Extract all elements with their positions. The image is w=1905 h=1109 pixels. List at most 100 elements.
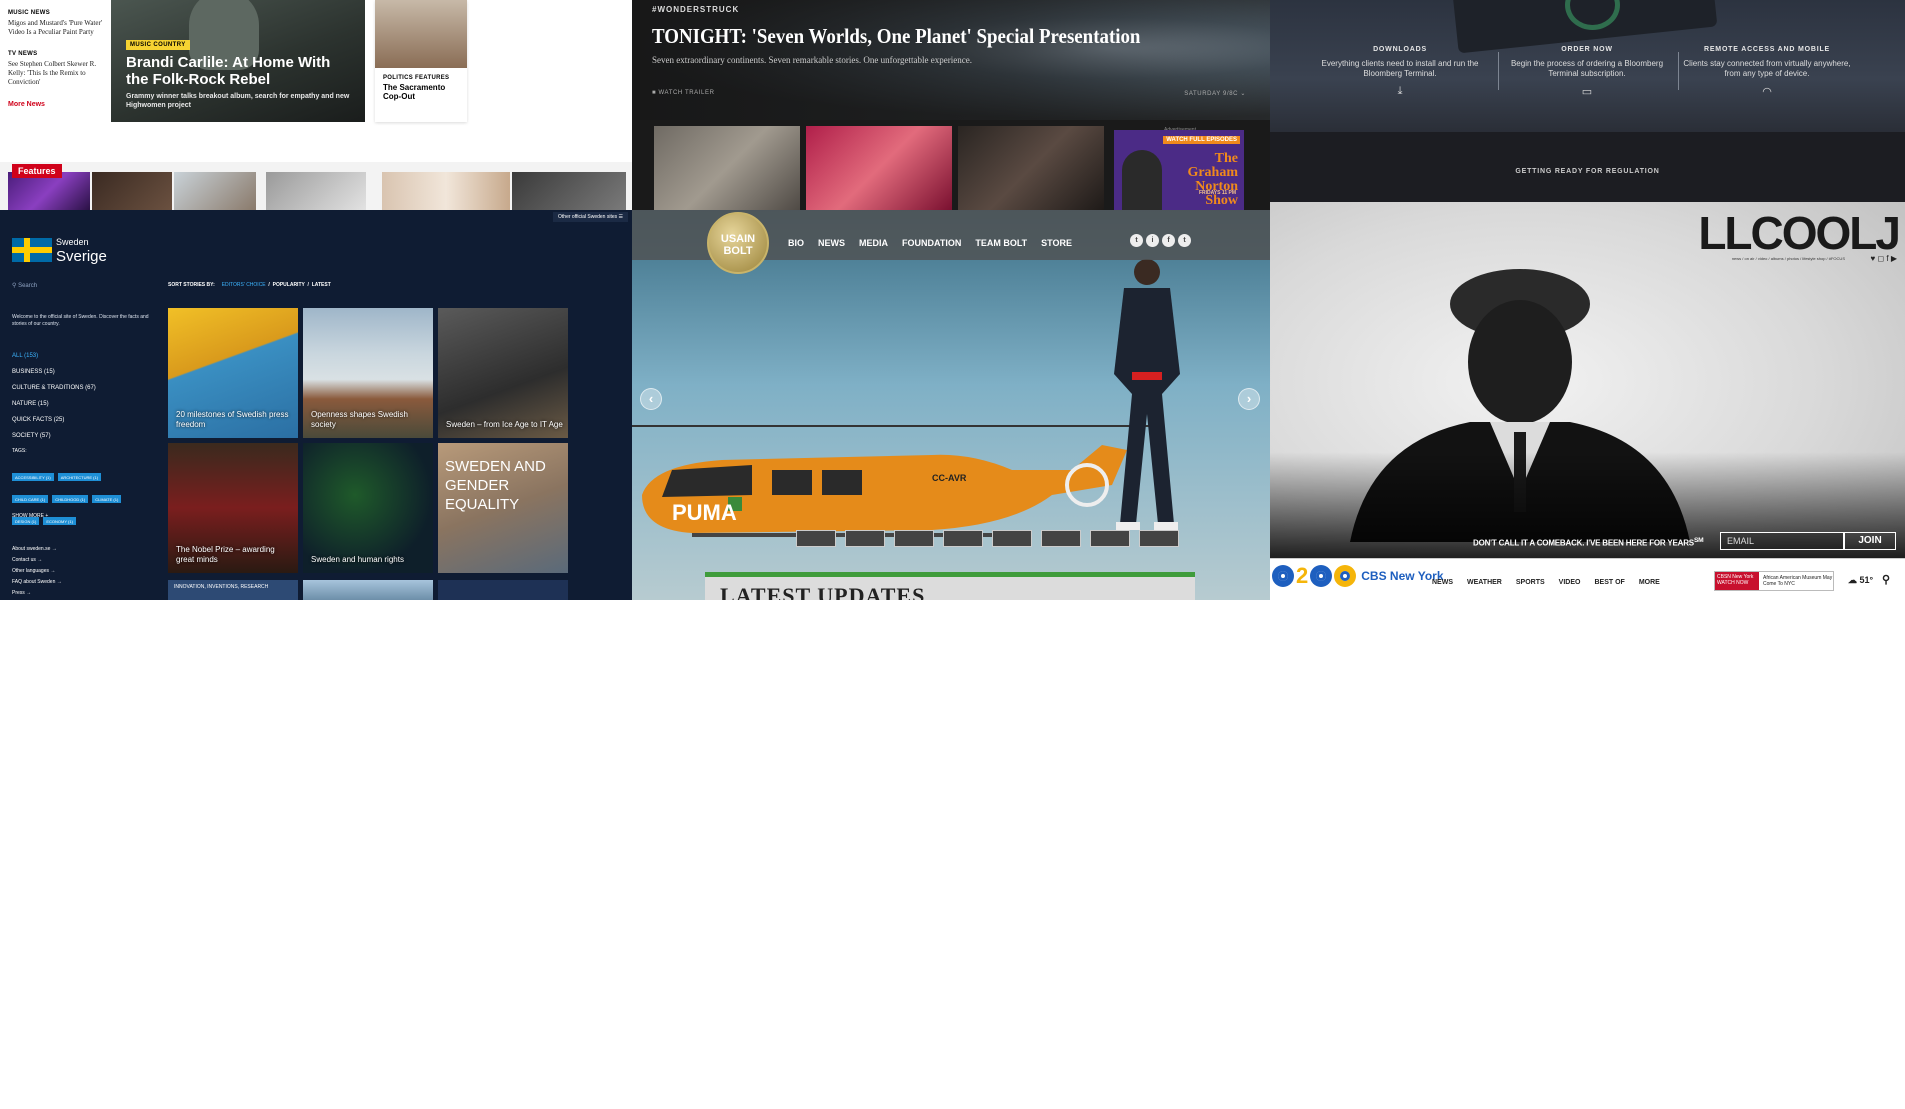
menu-foundation[interactable]: FOUNDATION <box>902 238 961 248</box>
feature-thumb[interactable] <box>266 172 366 210</box>
show-thumb[interactable] <box>806 126 952 210</box>
order-now-column[interactable]: ORDER NOW Begin the process of ordering … <box>1502 46 1672 98</box>
footer-link[interactable]: Press → <box>12 588 62 599</box>
story-card[interactable]: Sweden and human rights <box>303 443 433 573</box>
brand-name[interactable]: Sweden <box>56 237 89 247</box>
nav-more[interactable]: MORE <box>1639 579 1660 586</box>
story-card[interactable] <box>303 580 433 600</box>
sort-editors-choice[interactable]: EDITORS' CHOICE <box>222 282 266 288</box>
hero-title[interactable]: Brandi Carlile: At Home With the Folk-Ro… <box>126 54 351 88</box>
sort-popularity[interactable]: POPULARITY <box>273 282 305 288</box>
usain-bolt-logo[interactable]: USAIN BOLT <box>707 212 769 274</box>
search-field[interactable]: ⚲ Search <box>12 282 37 289</box>
footer-link[interactable]: Contact us → <box>12 555 62 566</box>
slide-thumb[interactable] <box>1041 530 1081 547</box>
story-card[interactable]: 20 milestones of Swedish press freedom <box>168 308 298 438</box>
more-news-link[interactable]: More News <box>8 101 103 108</box>
slide-thumb[interactable] <box>894 530 934 547</box>
slide-thumb[interactable] <box>845 530 885 547</box>
brand-name-native[interactable]: Sverige <box>56 248 107 265</box>
next-slide-button[interactable]: › <box>1238 388 1260 410</box>
tag-chip[interactable]: CHILDHOOD (1) <box>52 495 89 503</box>
remote-access-column[interactable]: REMOTE ACCESS AND MOBILE Clients stay co… <box>1682 46 1852 98</box>
menu-team-bolt[interactable]: TEAM BOLT <box>975 238 1027 248</box>
youtube-icon[interactable]: ▶ <box>1891 254 1897 263</box>
slide-thumb[interactable] <box>992 530 1032 547</box>
category-quick-facts[interactable]: QUICK FACTS (25) <box>12 412 96 428</box>
instagram-icon[interactable]: i <box>1146 234 1159 247</box>
menu-store[interactable]: STORE <box>1041 238 1072 248</box>
footer-link[interactable]: FAQ about Sweden → <box>12 577 62 588</box>
twitter-icon[interactable]: ♥ <box>1871 254 1876 263</box>
show-thumb[interactable] <box>654 126 800 210</box>
menu-news[interactable]: NEWS <box>818 238 845 248</box>
story-card[interactable]: Openness shapes Swedish society <box>303 308 433 438</box>
story-card[interactable]: SWEDEN AND GENDER EQUALITY <box>438 443 568 573</box>
menu-bio[interactable]: BIO <box>788 238 804 248</box>
politics-card[interactable]: POLITICS FEATURES The Sacramento Cop-Out <box>375 0 467 122</box>
category-society[interactable]: SOCIETY (57) <box>12 428 96 444</box>
swedish-flag-icon[interactable] <box>12 238 52 262</box>
slide-thumb[interactable] <box>1090 530 1130 547</box>
twitter-icon[interactable]: t <box>1178 234 1191 247</box>
graham-norton-ad[interactable]: WATCH FULL EPISODES The Graham Norton Sh… <box>1114 130 1244 210</box>
features-label[interactable]: Features <box>12 164 62 178</box>
instagram-icon[interactable]: ◻ <box>1878 254 1885 263</box>
story-card[interactable]: The Nobel Prize – awarding great minds <box>168 443 298 573</box>
slide-thumb[interactable] <box>796 530 836 547</box>
hero-title[interactable]: TONIGHT: 'Seven Worlds, One Planet' Spec… <box>652 24 1192 49</box>
nav-news[interactable]: NEWS <box>1432 579 1453 586</box>
temperature[interactable]: ☁ 51° <box>1848 575 1873 586</box>
wifi-icon[interactable]: ◠ <box>1682 85 1852 98</box>
other-sites-link[interactable]: Other official Sweden sites ☰ <box>553 212 628 222</box>
feature-thumb[interactable] <box>92 172 172 210</box>
hero-story[interactable]: MUSIC COUNTRY Brandi Carlile: At Home Wi… <box>111 0 365 122</box>
column-heading: ORDER NOW <box>1561 46 1613 53</box>
downloads-column[interactable]: DOWNLOADS Everything clients need to ins… <box>1315 46 1485 98</box>
facebook-icon[interactable]: f <box>1886 254 1888 263</box>
feature-thumb[interactable] <box>382 172 510 210</box>
nav-best-of[interactable]: BEST OF <box>1594 579 1624 586</box>
tv-news-link[interactable]: See Stephen Colbert Skewer R. Kelly: 'Th… <box>8 60 103 87</box>
story-card[interactable]: Sweden – from Ice Age to IT Age <box>438 308 568 438</box>
slide-thumb[interactable] <box>1139 530 1179 547</box>
watch-trailer-link[interactable]: ■ WATCH TRAILER <box>652 90 715 96</box>
regulation-heading[interactable]: GETTING READY FOR REGULATION <box>1270 168 1905 175</box>
tag-chip[interactable]: CLIMATE (1) <box>92 495 122 503</box>
tag-chip[interactable]: ACCESSIBILITY (1) <box>12 473 54 481</box>
feature-thumb[interactable] <box>174 172 256 210</box>
politics-card-title[interactable]: The Sacramento Cop-Out <box>383 83 459 101</box>
twitter-icon[interactable]: t <box>1130 234 1143 247</box>
story-card[interactable] <box>438 580 568 600</box>
join-button[interactable]: JOIN <box>1844 532 1896 550</box>
tag-chip[interactable]: CHILD CARE (1) <box>12 495 49 503</box>
menu-media[interactable]: MEDIA <box>859 238 888 248</box>
search-icon[interactable]: ⚲ <box>1882 573 1890 586</box>
llcoolj-logo[interactable]: LLCOOLJ <box>1698 206 1901 260</box>
cbsn-promo[interactable]: CBSN New York WATCH NOW African American… <box>1714 571 1834 591</box>
category-all[interactable]: ALL (153) <box>12 348 96 364</box>
show-more-button[interactable]: SHOW MORE + <box>12 513 48 519</box>
slide-thumb[interactable] <box>943 530 983 547</box>
music-news-link[interactable]: Migos and Mustard's 'Pure Water' Video I… <box>8 19 103 37</box>
download-icon[interactable]: ⤓ <box>1315 85 1485 98</box>
nav-sports[interactable]: SPORTS <box>1516 579 1545 586</box>
cbs-logo[interactable]: 2 CBS New York <box>1272 563 1444 589</box>
prev-slide-button[interactable]: ‹ <box>640 388 662 410</box>
feature-thumb[interactable] <box>512 172 626 210</box>
category-nature[interactable]: NATURE (15) <box>12 396 96 412</box>
sort-latest[interactable]: LATEST <box>312 282 331 288</box>
footer-link[interactable]: Other languages → <box>12 566 62 577</box>
nav-video[interactable]: VIDEO <box>1559 579 1581 586</box>
story-card-label[interactable]: INNOVATION, INVENTIONS, RESEARCH <box>168 580 298 600</box>
facebook-icon[interactable]: f <box>1162 234 1175 247</box>
footer-link[interactable]: About sweden.se → <box>12 544 62 555</box>
tag-chip[interactable]: ARCHITECTURE (1) <box>57 473 102 481</box>
email-input[interactable]: EMAIL <box>1720 532 1844 550</box>
show-thumb[interactable] <box>958 126 1104 210</box>
monitor-icon[interactable]: ▭ <box>1502 85 1672 98</box>
nav-weather[interactable]: WEATHER <box>1467 579 1502 586</box>
category-business[interactable]: BUSINESS (15) <box>12 364 96 380</box>
site-links[interactable]: news / on air / video / albums / photos … <box>1732 256 1845 261</box>
category-culture[interactable]: CULTURE & TRADITIONS (67) <box>12 380 96 396</box>
